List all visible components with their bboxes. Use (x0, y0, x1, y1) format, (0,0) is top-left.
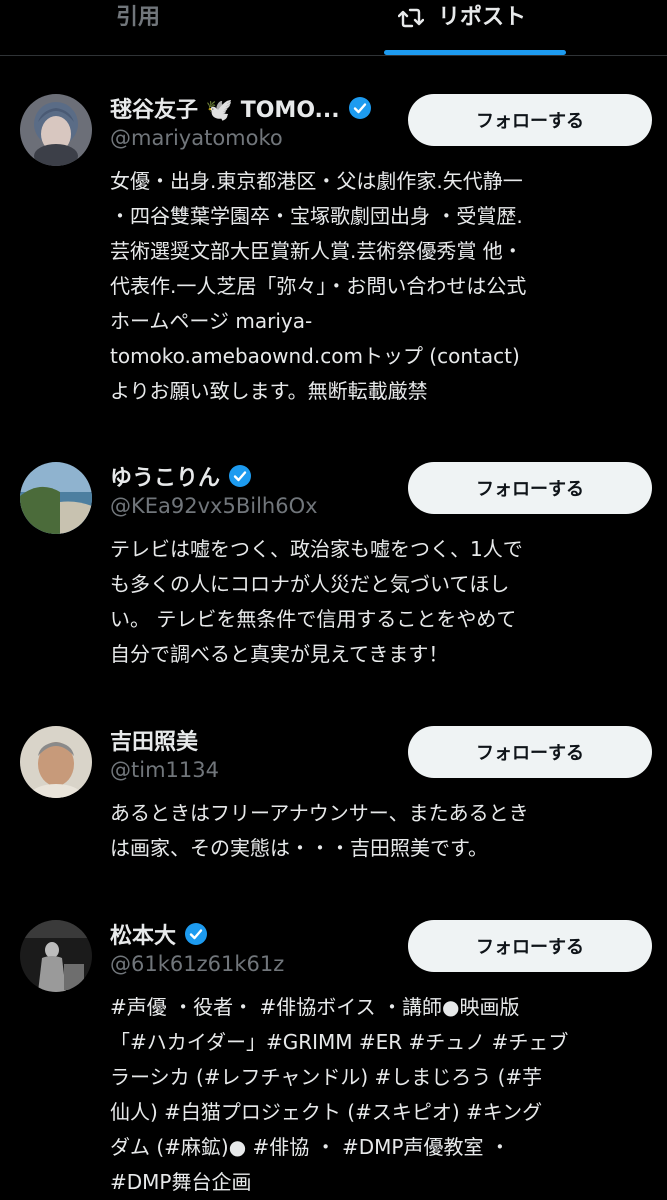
user-handle: @tim1134 (110, 758, 219, 782)
display-name: 松本大 (110, 924, 177, 949)
tab-bar: 引用 リポスト (0, 0, 667, 56)
display-name: 吉田照美 (110, 730, 199, 755)
user-handle: @61k61z61k61z (110, 952, 285, 976)
display-name: ゆうこりん (110, 466, 221, 491)
user-bio: あるときはフリーアナウンサー、またあるとき は画家、その実態は・・・吉田照美です… (110, 801, 529, 860)
divider (0, 55, 667, 56)
follow-button[interactable]: フォローする (408, 920, 652, 972)
user-bio: #声優 ・役者・ #俳協ボイス ・講師●映画版 「#ハカイダー」#GRIMM #… (110, 995, 569, 1194)
user-handle: @mariyatomoko (110, 126, 283, 150)
tab-quote[interactable]: 引用 (116, 0, 160, 56)
avatar[interactable] (20, 94, 92, 166)
tab-repost[interactable]: リポスト (398, 0, 526, 56)
user-handle: @KEa92vx5Bilh6Ox (110, 494, 318, 518)
user-bio: テレビは嘘をつく、政治家も嘘をつく、1人で も多くの人にコロナが人災だと気づいて… (110, 537, 523, 666)
verified-badge-icon (229, 465, 252, 487)
avatar[interactable] (20, 920, 92, 992)
verified-badge-icon (348, 97, 371, 119)
avatar[interactable] (20, 726, 92, 798)
repost-icon (398, 8, 424, 28)
avatar[interactable] (20, 462, 92, 534)
user-bio: 女優・出身.東京都港区・父は劇作家.矢代静一 ・四谷雙葉学園卒・宝塚歌劇団出身 … (110, 169, 527, 403)
verified-badge-icon (185, 923, 208, 945)
follow-button[interactable]: フォローする (408, 726, 652, 778)
tab-repost-label: リポスト (438, 5, 527, 30)
follow-button[interactable]: フォローする (408, 94, 652, 146)
display-name: 毬谷友子 🕊️ TOMO... (110, 98, 340, 123)
follow-button[interactable]: フォローする (408, 462, 652, 514)
